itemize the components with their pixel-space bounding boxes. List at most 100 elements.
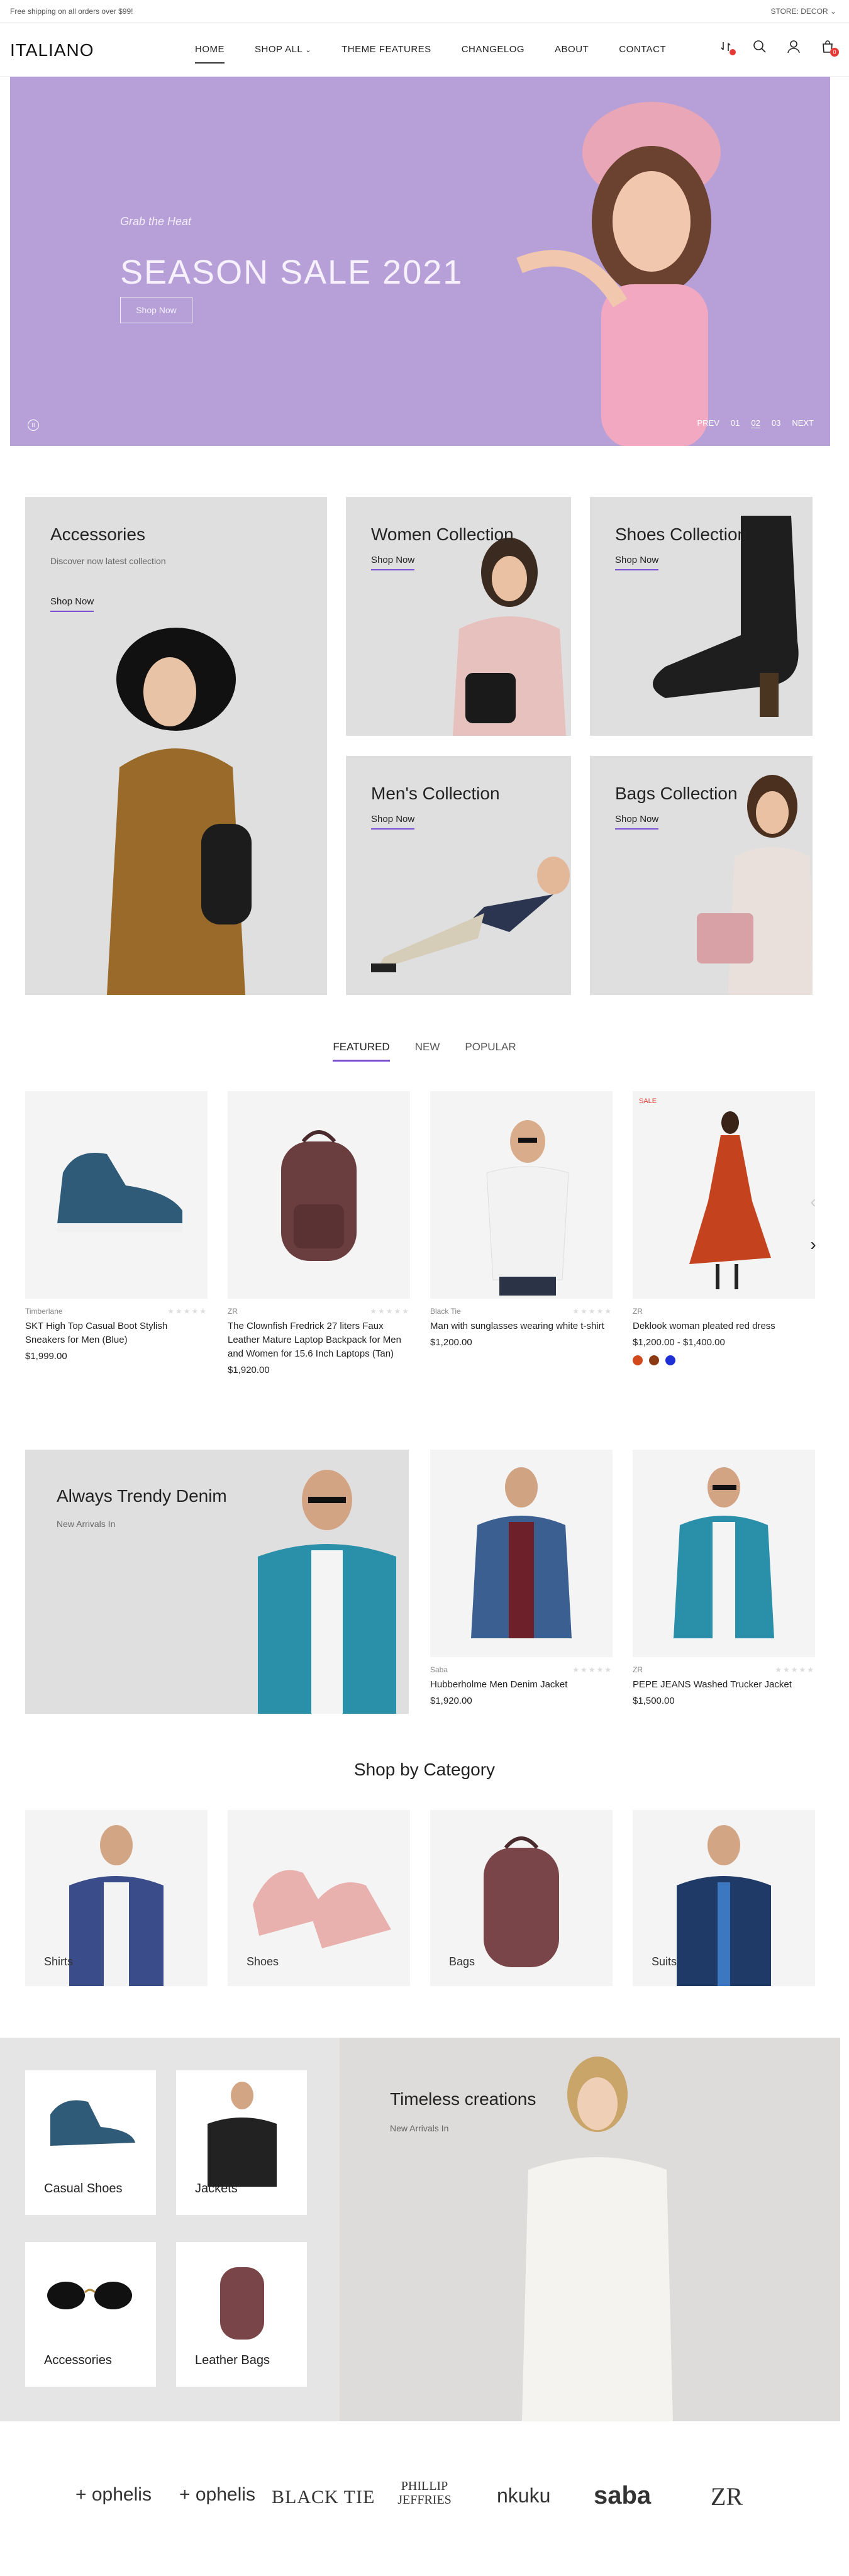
collection-bags[interactable]: Bags Collection Shop Now: [590, 756, 813, 995]
nav-theme-features[interactable]: THEME FEATURES: [341, 44, 431, 64]
plus-icon: +: [179, 2484, 191, 2505]
rating-stars: ★★★★★: [572, 1307, 613, 1316]
collection-shop-now-link[interactable]: Shop Now: [615, 555, 659, 570]
pause-icon[interactable]: II: [28, 419, 39, 431]
tile-name: Casual Shoes: [44, 2182, 123, 2196]
collection-mens[interactable]: Men's Collection Shop Now: [346, 756, 571, 995]
product-brand: Black Tie: [430, 1307, 461, 1316]
product-info: Timberlane ★★★★★ SKT High Top Casual Boot…: [25, 1307, 208, 1362]
tab-popular[interactable]: POPULAR: [465, 1041, 516, 1062]
brand-name: ophelis: [195, 2484, 255, 2505]
product-image[interactable]: [430, 1091, 613, 1299]
tab-new[interactable]: NEW: [415, 1041, 440, 1062]
store-selector[interactable]: STORE: DECOR ⌄: [770, 7, 836, 16]
product-brand: ZR: [633, 1307, 643, 1316]
women-model-image: [453, 538, 566, 736]
sunglasses-image: [47, 2282, 132, 2309]
category-shoes[interactable]: Shoes: [228, 1810, 410, 1986]
collection-shop-now-link[interactable]: Shop Now: [615, 814, 659, 830]
brand-logo-black-tie[interactable]: BLACK TIE: [272, 2487, 375, 2508]
brand-logo-nkuku[interactable]: nkuku: [497, 2484, 550, 2507]
product-name[interactable]: Deklook woman pleated red dress: [633, 1319, 815, 1333]
nav-about[interactable]: ABOUT: [555, 44, 589, 64]
hero-next[interactable]: NEXT: [792, 418, 814, 428]
collection-title: Accessories: [50, 525, 145, 544]
category-shirts[interactable]: Shirts: [25, 1810, 208, 1986]
timeless-title: Timeless creations: [390, 2089, 536, 2109]
brand-logo-zr[interactable]: ZR: [711, 2482, 743, 2511]
hero-shop-now-button[interactable]: Shop Now: [120, 297, 192, 323]
color-swatch[interactable]: [633, 1355, 643, 1365]
product-info: Black Tie ★★★★★ Man with sunglasses weari…: [430, 1307, 613, 1348]
product-info: ZR ★★★★★ The Clownfish Fredrick 27 liters…: [228, 1307, 410, 1375]
collection-accessories[interactable]: Accessories Discover now latest collecti…: [25, 497, 327, 995]
brand-logo-ophelis[interactable]: + ophelis: [179, 2484, 255, 2506]
plus-icon: +: [75, 2484, 87, 2505]
product-image[interactable]: [25, 1091, 208, 1299]
hero-page-2[interactable]: 02: [751, 418, 760, 428]
jackets-image: [208, 2082, 277, 2187]
tile-leather-bags[interactable]: Leather Bags: [176, 2242, 307, 2387]
search-icon[interactable]: [751, 38, 769, 55]
logo[interactable]: ITALIANO: [10, 40, 94, 60]
hero-model-image: [516, 102, 721, 446]
product-image[interactable]: [228, 1091, 410, 1299]
product-name[interactable]: PEPE JEANS Washed Trucker Jacket: [633, 1678, 815, 1692]
brand-logo-ophelis[interactable]: + ophelis: [75, 2484, 152, 2506]
product-image[interactable]: [430, 1450, 613, 1657]
nav-contact[interactable]: CONTACT: [619, 44, 666, 64]
collection-shoes[interactable]: Shoes Collection Shop Now: [590, 497, 813, 736]
carousel-prev-arrow[interactable]: ‹: [804, 1193, 823, 1212]
tile-name: Jackets: [195, 2182, 238, 2196]
denim-banner[interactable]: Always Trendy Denim New Arrivals In: [25, 1450, 409, 1714]
rating-stars: ★★★★★: [775, 1665, 815, 1674]
nav-changelog[interactable]: CHANGELOG: [462, 44, 524, 64]
tile-name: Leather Bags: [195, 2353, 270, 2367]
color-swatches: [633, 1355, 815, 1365]
compare-icon[interactable]: [717, 38, 736, 55]
category-bags[interactable]: Bags: [430, 1810, 613, 1986]
category-suits[interactable]: Suits: [633, 1810, 815, 1986]
product-name[interactable]: SKT High Top Casual Boot Stylish Sneaker…: [25, 1319, 208, 1347]
product-info: ZR Deklook woman pleated red dress $1,20…: [633, 1307, 815, 1365]
tab-featured[interactable]: FEATURED: [333, 1041, 390, 1062]
casual-shoes-image: [50, 2100, 135, 2146]
timeless-banner[interactable]: Timeless creations New Arrivals In: [340, 2038, 840, 2421]
hero-page-1[interactable]: 01: [731, 418, 740, 428]
collection-shop-now-link[interactable]: Shop Now: [50, 596, 94, 612]
product-name[interactable]: The Clownfish Fredrick 27 liters Faux Le…: [228, 1319, 410, 1361]
product-price: $1,200.00: [430, 1337, 472, 1348]
color-swatch[interactable]: [649, 1355, 659, 1365]
color-swatch[interactable]: [665, 1355, 675, 1365]
collection-shop-now-link[interactable]: Shop Now: [371, 555, 415, 570]
product-image[interactable]: [633, 1450, 815, 1657]
tile-name: Accessories: [44, 2353, 112, 2367]
tile-accessories[interactable]: Accessories: [25, 2242, 156, 2387]
hero-page-3[interactable]: 03: [772, 418, 780, 428]
red-dress-image: [689, 1111, 771, 1289]
product-info: Saba ★★★★★ Hubberholme Men Denim Jacket $…: [430, 1665, 613, 1706]
nav-home[interactable]: HOME: [195, 44, 225, 64]
mens-model-image: [371, 857, 570, 972]
account-icon[interactable]: [785, 38, 802, 55]
nav-shop-all[interactable]: SHOP ALL ⌄: [255, 44, 311, 64]
brand-logo-saba[interactable]: saba: [594, 2482, 651, 2510]
tiles-panel: Casual Shoes Jackets Accessories Leather…: [0, 2038, 340, 2421]
tile-jackets[interactable]: Jackets: [176, 2070, 307, 2215]
brand-logos: + ophelis + ophelis BLACK TIE PHILLIP JE…: [0, 2421, 849, 2576]
product-name[interactable]: Man with sunglasses wearing white t-shir…: [430, 1319, 613, 1333]
product-name[interactable]: Hubberholme Men Denim Jacket: [430, 1678, 613, 1692]
chevron-down-icon: ⌄: [305, 47, 312, 54]
tile-casual-shoes[interactable]: Casual Shoes: [25, 2070, 156, 2215]
product-price: $1,920.00: [228, 1365, 270, 1375]
hero-prev[interactable]: PREV: [697, 418, 719, 428]
product-tabs: FEATURED NEW POPULAR: [0, 1041, 849, 1062]
collection-shop-now-link[interactable]: Shop Now: [371, 814, 415, 830]
cart-icon[interactable]: 0: [819, 38, 839, 57]
rating-stars: ★★★★★: [572, 1665, 613, 1674]
collection-women[interactable]: Women Collection Shop Now: [346, 497, 571, 736]
brand-logo-phillip-jeffries[interactable]: PHILLIP JEFFRIES: [390, 2479, 459, 2507]
product-image[interactable]: SALE: [633, 1091, 815, 1299]
hero-pager: PREV 01 02 03 NEXT: [697, 418, 814, 428]
carousel-next-arrow[interactable]: ›: [804, 1236, 823, 1255]
